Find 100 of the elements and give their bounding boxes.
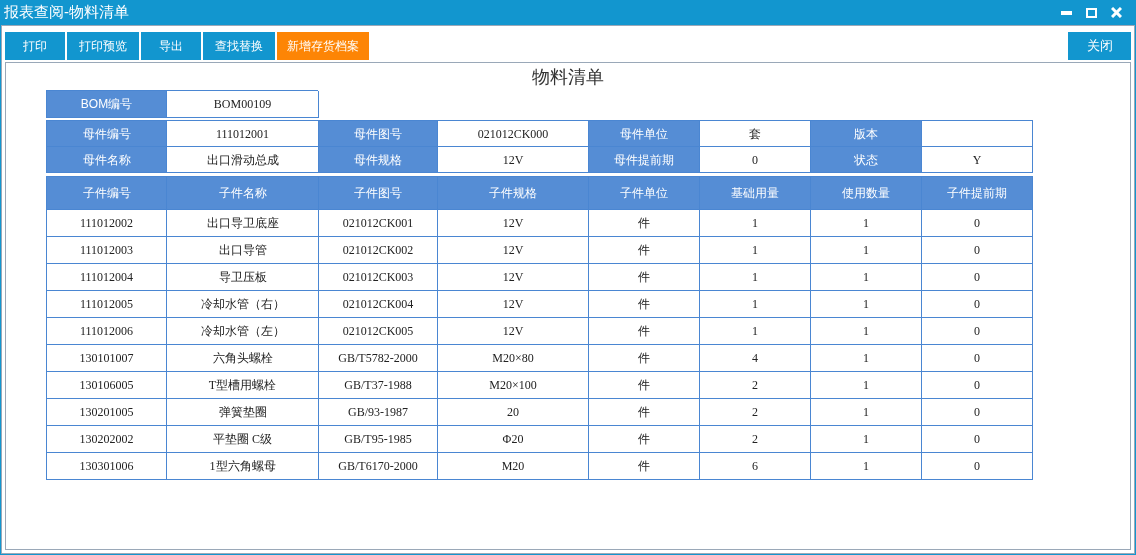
table-cell: 1 bbox=[811, 210, 922, 237]
column-header: 子件名称 bbox=[167, 177, 319, 210]
table-cell: 12V bbox=[438, 237, 589, 264]
table-cell: 12V bbox=[438, 264, 589, 291]
table-cell: 021012CK002 bbox=[319, 237, 438, 264]
table-cell: Φ20 bbox=[438, 426, 589, 453]
column-header: 使用数量 bbox=[811, 177, 922, 210]
table-cell: 111012002 bbox=[47, 210, 167, 237]
table-cell: 130201005 bbox=[47, 399, 167, 426]
close-icon[interactable] bbox=[1111, 7, 1122, 18]
column-header: 子件单位 bbox=[589, 177, 700, 210]
table-cell: 1 bbox=[700, 210, 811, 237]
table-cell: 件 bbox=[589, 237, 700, 264]
table-cell: 130202002 bbox=[47, 426, 167, 453]
table-cell: M20 bbox=[438, 453, 589, 480]
table-cell: 件 bbox=[589, 426, 700, 453]
table-cell: 6 bbox=[700, 453, 811, 480]
table-cell: 冷却水管（左） bbox=[167, 318, 319, 345]
table-cell: 12V bbox=[438, 210, 589, 237]
column-header: 子件编号 bbox=[47, 177, 167, 210]
table-cell: 2 bbox=[700, 426, 811, 453]
table-cell: 1型六角螺母 bbox=[167, 453, 319, 480]
table-cell: 冷却水管（右） bbox=[167, 291, 319, 318]
table-cell: 件 bbox=[589, 399, 700, 426]
table-cell: 件 bbox=[589, 264, 700, 291]
window-title: 报表查阅-物料清单 bbox=[4, 2, 129, 23]
table-cell: 021012CK001 bbox=[319, 210, 438, 237]
table-cell: 六角头螺栓 bbox=[167, 345, 319, 372]
table-cell: 件 bbox=[589, 291, 700, 318]
table-cell: 1 bbox=[811, 426, 922, 453]
table-cell: 1 bbox=[811, 237, 922, 264]
field-label: 版本 bbox=[811, 121, 922, 147]
table-cell: 2 bbox=[700, 399, 811, 426]
table-cell: 1 bbox=[811, 372, 922, 399]
table-cell: 130101007 bbox=[47, 345, 167, 372]
table-cell: GB/T37-1988 bbox=[319, 372, 438, 399]
table-cell: 2 bbox=[700, 372, 811, 399]
table-cell: 0 bbox=[922, 399, 1033, 426]
table-cell: 0 bbox=[922, 345, 1033, 372]
table-cell: 1 bbox=[811, 453, 922, 480]
table-cell: 12V bbox=[438, 291, 589, 318]
table-cell: 0 bbox=[922, 318, 1033, 345]
column-header: 子件规格 bbox=[438, 177, 589, 210]
field-value: 12V bbox=[438, 147, 589, 173]
field-value: 0 bbox=[700, 147, 811, 173]
column-header: 基础用量 bbox=[700, 177, 811, 210]
table-cell: M20×80 bbox=[438, 345, 589, 372]
close-button[interactable]: 关闭 bbox=[1068, 32, 1131, 60]
maximize-icon[interactable] bbox=[1086, 7, 1097, 18]
table-cell: 130106005 bbox=[47, 372, 167, 399]
table-cell: 件 bbox=[589, 372, 700, 399]
table-cell: GB/93-1987 bbox=[319, 399, 438, 426]
toolbar-button[interactable]: 新增存货档案 bbox=[277, 32, 369, 60]
table-cell: 件 bbox=[589, 345, 700, 372]
toolbar-button[interactable]: 导出 bbox=[141, 32, 201, 60]
table-cell: 130301006 bbox=[47, 453, 167, 480]
table-cell: 件 bbox=[589, 318, 700, 345]
table-cell: 1 bbox=[811, 264, 922, 291]
table-cell: 0 bbox=[922, 372, 1033, 399]
field-label: 母件规格 bbox=[319, 147, 438, 173]
table-cell: 件 bbox=[589, 453, 700, 480]
table-cell: 111012003 bbox=[47, 237, 167, 264]
table-cell: M20×100 bbox=[438, 372, 589, 399]
table-cell: 0 bbox=[922, 210, 1033, 237]
table-cell: 1 bbox=[700, 318, 811, 345]
table-cell: 1 bbox=[700, 237, 811, 264]
field-label: 母件单位 bbox=[589, 121, 700, 147]
table-cell: 021012CK004 bbox=[319, 291, 438, 318]
table-cell: 111012006 bbox=[47, 318, 167, 345]
table-cell: 0 bbox=[922, 426, 1033, 453]
toolbar-button[interactable]: 打印预览 bbox=[67, 32, 139, 60]
minimize-icon[interactable] bbox=[1061, 10, 1072, 15]
toolbar-button[interactable]: 打印 bbox=[5, 32, 65, 60]
table-cell: 111012004 bbox=[47, 264, 167, 291]
field-label: 母件名称 bbox=[47, 147, 167, 173]
column-header: 子件提前期 bbox=[922, 177, 1033, 210]
table-cell: 0 bbox=[922, 237, 1033, 264]
table-cell: GB/T95-1985 bbox=[319, 426, 438, 453]
field-value: 出口滑动总成 bbox=[167, 147, 319, 173]
field-value: BOM00109 bbox=[167, 91, 319, 118]
field-value: 套 bbox=[700, 121, 811, 147]
table-cell: GB/T6170-2000 bbox=[319, 453, 438, 480]
table-cell: GB/T5782-2000 bbox=[319, 345, 438, 372]
table-cell: 0 bbox=[922, 453, 1033, 480]
table-cell: 1 bbox=[811, 291, 922, 318]
table-cell: 1 bbox=[811, 345, 922, 372]
field-value: 021012CK000 bbox=[438, 121, 589, 147]
table-cell: 1 bbox=[811, 399, 922, 426]
toolbar-button[interactable]: 查找替换 bbox=[203, 32, 275, 60]
table-cell: 1 bbox=[700, 264, 811, 291]
report-title: 物料清单 bbox=[532, 66, 604, 89]
table-cell: 件 bbox=[589, 210, 700, 237]
table-cell: 021012CK005 bbox=[319, 318, 438, 345]
table-cell: 1 bbox=[700, 291, 811, 318]
field-value: 111012001 bbox=[167, 121, 319, 147]
table-cell: 0 bbox=[922, 291, 1033, 318]
table-cell: 4 bbox=[700, 345, 811, 372]
table-cell: 1 bbox=[811, 318, 922, 345]
table-cell: 12V bbox=[438, 318, 589, 345]
table-cell: 出口导管 bbox=[167, 237, 319, 264]
